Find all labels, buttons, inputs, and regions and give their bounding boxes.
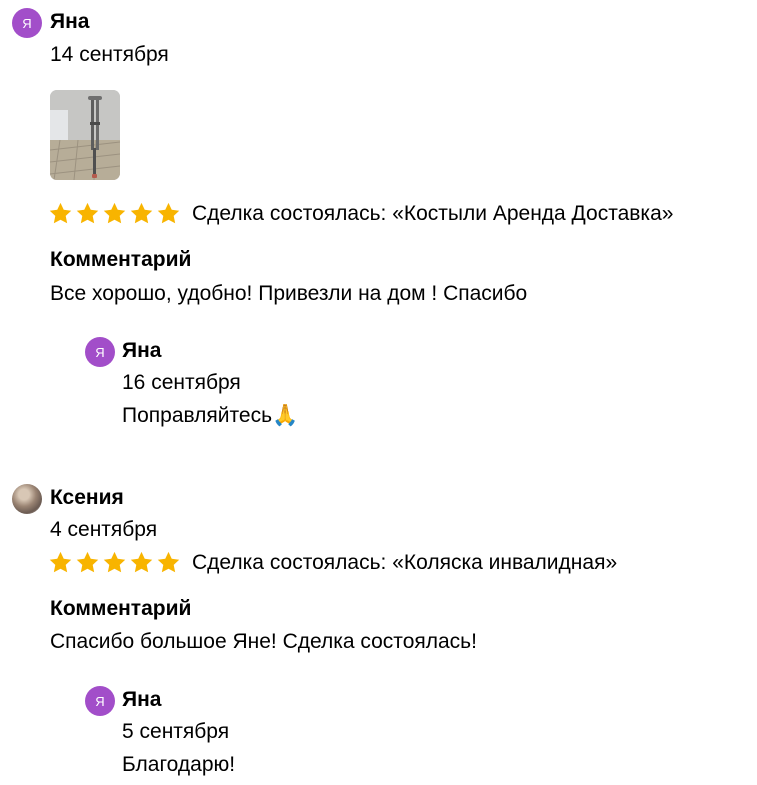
rating-stars: [48, 201, 181, 226]
reply-author[interactable]: Яна: [122, 688, 161, 712]
star-icon: [49, 202, 72, 224]
star-icon: [49, 551, 72, 573]
reply-avatar[interactable]: Я: [85, 337, 115, 367]
comment-text: Все хорошо, удобно! Привезли на дом ! Сп…: [50, 282, 528, 305]
deal-status: Сделка состоялась: «Коляска инвалидная»: [192, 551, 618, 574]
review-date: 4 сентября: [50, 518, 158, 541]
crutch-photo-icon: [50, 90, 120, 180]
avatar-letter: Я: [95, 344, 105, 360]
star-icon: [130, 202, 153, 224]
star-icon: [103, 202, 126, 224]
comment-label: Комментарий: [50, 597, 192, 620]
star-icon: [76, 551, 99, 573]
comment-label: Комментарий: [50, 248, 192, 271]
star-icon: [157, 551, 180, 573]
review-date: 14 сентября: [50, 43, 169, 66]
review-author[interactable]: Ксения: [50, 486, 124, 510]
avatar[interactable]: [12, 484, 42, 514]
star-icon: [76, 202, 99, 224]
reply-text: Поправляйтесь🙏: [122, 404, 299, 427]
review-author[interactable]: Яна: [50, 10, 89, 34]
star-icon: [130, 551, 153, 573]
deal-status: Сделка состоялась: «Костыли Аренда Доста…: [192, 202, 674, 225]
reply-date: 16 сентября: [122, 371, 241, 394]
review-photo[interactable]: [50, 90, 120, 180]
reply-date: 5 сентября: [122, 720, 230, 743]
avatar-letter: Я: [22, 15, 32, 31]
reply-author[interactable]: Яна: [122, 339, 161, 363]
avatar-letter: Я: [95, 693, 105, 709]
avatar[interactable]: Я: [12, 8, 42, 38]
star-icon: [157, 202, 180, 224]
reply-text: Благодарю!: [122, 753, 236, 776]
comment-text: Спасибо большое Яне! Сделка состоялась!: [50, 630, 477, 653]
star-icon: [103, 551, 126, 573]
rating-stars: [48, 550, 181, 575]
reply-avatar[interactable]: Я: [85, 686, 115, 716]
